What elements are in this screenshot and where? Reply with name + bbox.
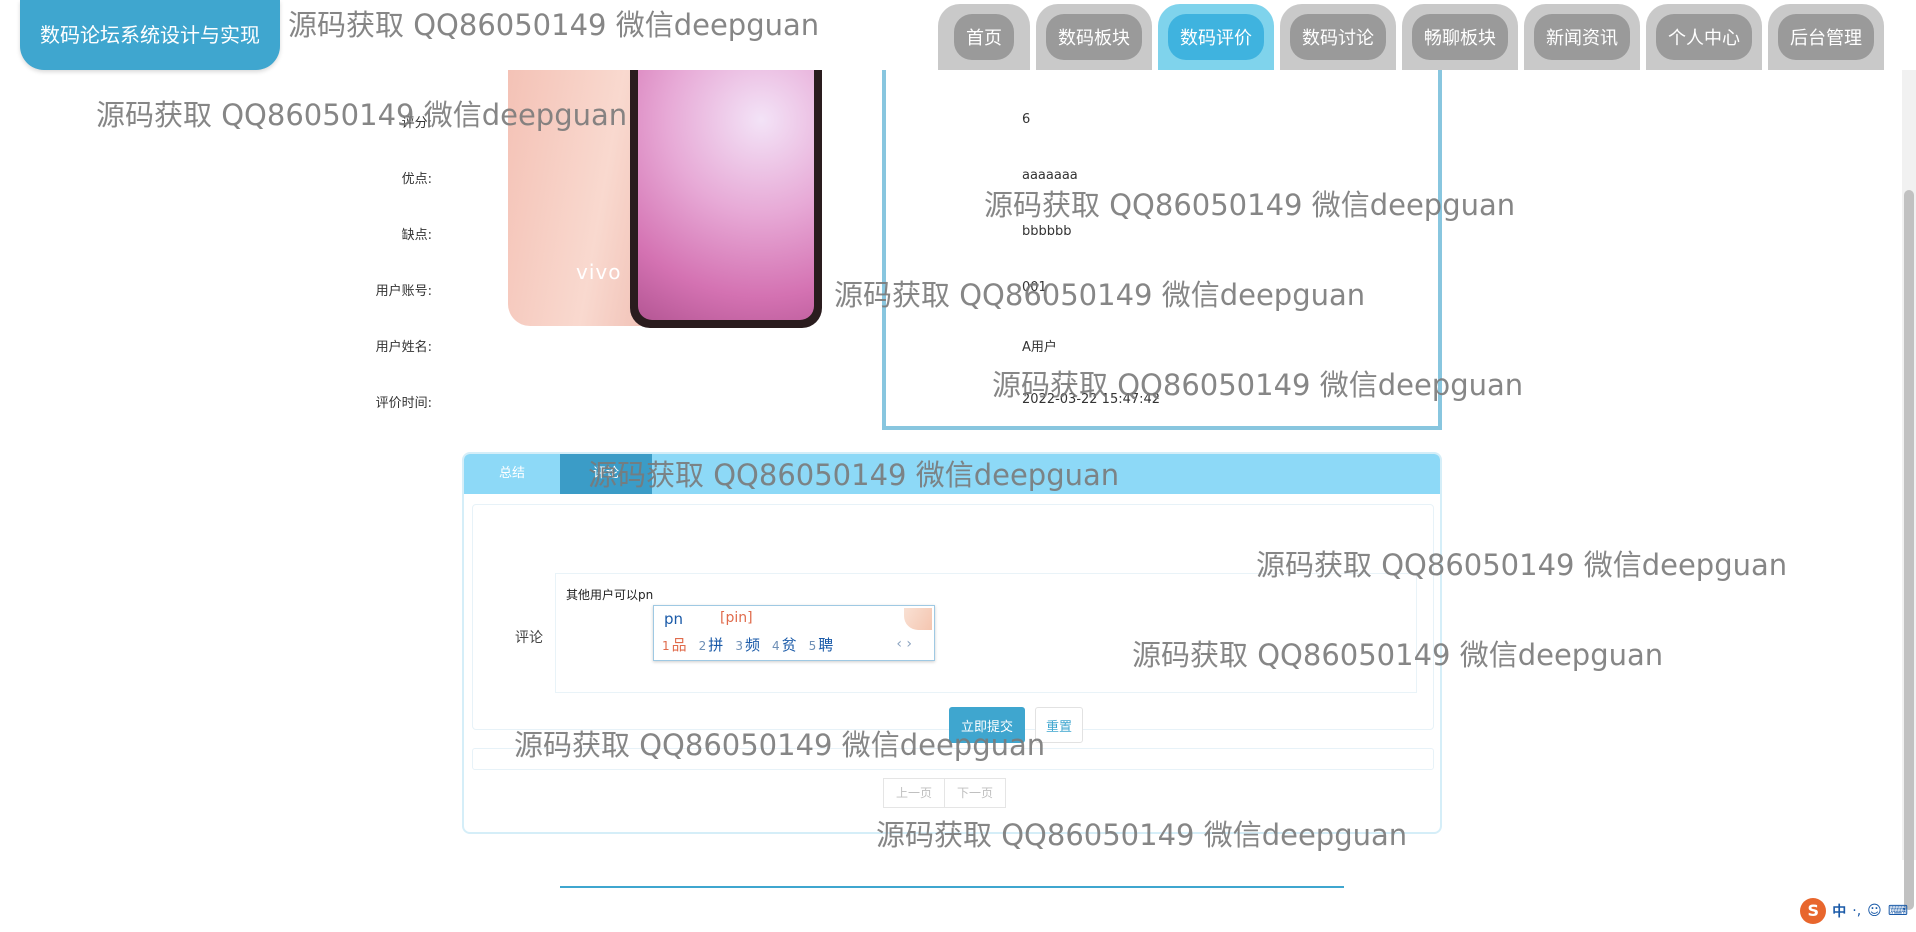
punctuation-mode[interactable]: ·,	[1852, 903, 1861, 919]
sogou-icon[interactable]: S	[1800, 898, 1827, 924]
nav-item-label[interactable]: 数码评价	[1168, 14, 1264, 60]
smile-icon[interactable]: ☺	[1867, 903, 1882, 919]
ime-page-arrows[interactable]: ‹ ›	[896, 636, 912, 652]
nav-item-label[interactable]: 新闻资讯	[1534, 14, 1630, 60]
site-title: 数码论坛系统设计与实现	[20, 0, 280, 70]
ime-candidate[interactable]: 5聘	[809, 634, 834, 655]
nav-item-label[interactable]: 后台管理	[1778, 14, 1874, 60]
ime-skin-decoration	[904, 608, 932, 630]
detail-label: 优点:	[401, 172, 432, 187]
nav-item-label[interactable]: 首页	[954, 14, 1014, 60]
nav-item-label[interactable]: 畅聊板块	[1412, 14, 1508, 60]
ime-status-bar: S 中 ·, ☺ ⌨	[1800, 898, 1908, 924]
nav-item-chat-board[interactable]: 畅聊板块	[1402, 4, 1518, 70]
phone-brand-text: vivo	[576, 260, 622, 284]
detail-label: 评分:	[401, 116, 432, 131]
tab-summary[interactable]: 总结	[464, 454, 560, 494]
submit-button[interactable]: 立即提交	[949, 707, 1025, 743]
pagination: 上一页 下一页	[883, 778, 1007, 808]
watermark-text: 源码获取 QQ86050149 微信deepguan	[288, 8, 820, 42]
ime-candidate[interactable]: 1品	[662, 634, 687, 655]
phone-screen	[638, 70, 814, 320]
ime-pinyin: [pin]	[720, 610, 753, 626]
tab-bar: 总结 评论	[464, 454, 1440, 494]
prev-page-button[interactable]: 上一页	[883, 778, 946, 808]
nav-item-home[interactable]: 首页	[938, 4, 1030, 70]
detail-value: 2022-03-22 15:47:42	[1022, 392, 1161, 407]
tab-comments[interactable]: 评论	[560, 454, 652, 494]
nav-item-digital-board[interactable]: 数码板块	[1036, 4, 1152, 70]
keyboard-icon[interactable]: ⌨	[1888, 903, 1908, 919]
ime-candidate[interactable]: 2拼	[699, 634, 724, 655]
nav-item-label[interactable]: 数码板块	[1046, 14, 1142, 60]
detail-value: aaaaaaa	[1022, 168, 1078, 183]
nav-item-label[interactable]: 个人中心	[1656, 14, 1752, 60]
nav-item-personal-center[interactable]: 个人中心	[1646, 4, 1762, 70]
comment-list-empty	[472, 748, 1434, 770]
next-page-button[interactable]: 下一页	[944, 778, 1007, 808]
detail-label: 用户姓名:	[375, 340, 432, 355]
ime-candidate[interactable]: 4贫	[772, 634, 797, 655]
reset-button[interactable]: 重置	[1035, 707, 1083, 743]
comment-card: 总结 评论 评论 其他用户可以pn pn [pin] 1品 2拼 3频 4贫 5…	[462, 452, 1442, 834]
comment-form: 评论 其他用户可以pn pn [pin] 1品 2拼 3频 4贫 5聘 ‹ › …	[472, 504, 1434, 743]
top-nav: 首页 数码板块 数码评价 数码讨论 畅聊板块 新闻资讯 个人中心 后台管理	[938, 0, 1884, 72]
nav-item-digital-review[interactable]: 数码评价	[1158, 4, 1274, 70]
nav-item-label[interactable]: 数码讨论	[1290, 14, 1386, 60]
ime-candidate[interactable]: 3频	[735, 634, 760, 655]
nav-item-digital-discussion[interactable]: 数码讨论	[1280, 4, 1396, 70]
product-image: vivo	[508, 70, 822, 330]
ime-candidate-window: pn [pin] 1品 2拼 3频 4贫 5聘 ‹ ›	[653, 605, 935, 661]
ime-language-toggle[interactable]: 中	[1832, 901, 1846, 921]
phone-front	[630, 70, 822, 328]
detail-value: bbbbbb	[1022, 224, 1072, 239]
detail-label: 评价时间:	[375, 396, 432, 411]
detail-value: A用户	[1022, 340, 1057, 355]
footer-divider	[560, 886, 1344, 888]
ime-candidates: 1品 2拼 3频 4贫 5聘	[662, 634, 833, 655]
review-detail-panel: 评分: 6 优点: aaaaaaa 缺点: bbbbbb 用户账号: 001 用…	[376, 70, 1442, 430]
detail-label: 缺点:	[401, 228, 432, 243]
nav-item-news[interactable]: 新闻资讯	[1524, 4, 1640, 70]
detail-value: 6	[1022, 112, 1031, 127]
comment-label: 评论	[515, 630, 543, 646]
nav-item-admin[interactable]: 后台管理	[1768, 4, 1884, 70]
detail-label: 用户账号:	[375, 284, 432, 299]
ime-typed-text: pn	[664, 610, 684, 628]
scrollbar-thumb[interactable]	[1904, 190, 1914, 910]
detail-value: 001	[1022, 280, 1047, 295]
